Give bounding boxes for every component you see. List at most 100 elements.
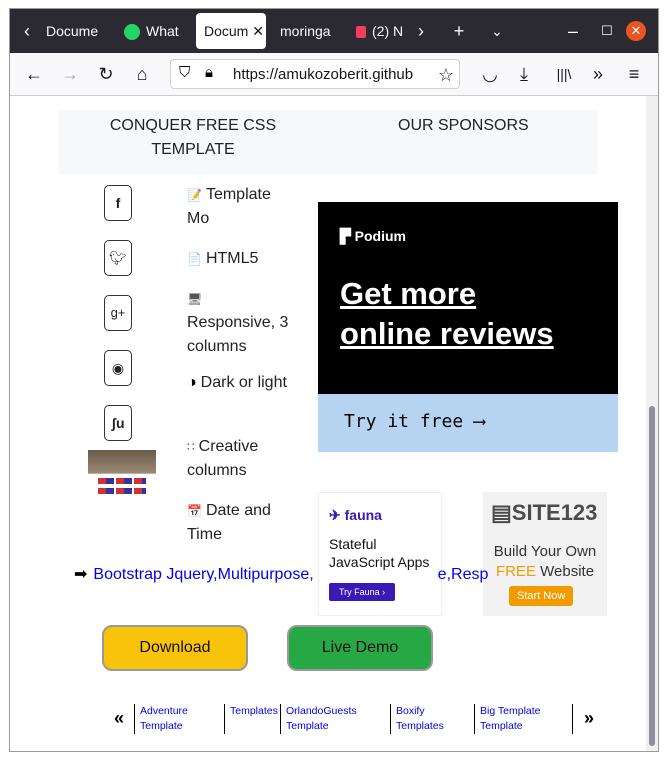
site123-brand: SITE123 xyxy=(511,500,598,525)
tab-scroll-left-icon[interactable]: ‹ xyxy=(12,15,42,47)
pager-item[interactable]: Adventure Template xyxy=(134,704,188,734)
browser-window: ‹ Docume What Docum ✕ moringa (2) N › + … xyxy=(9,8,659,752)
start-now-button[interactable]: Start Now xyxy=(509,586,574,606)
site123-text: Build Your Own FREE Website xyxy=(483,542,607,582)
try-fauna-button[interactable]: Try Fauna › xyxy=(329,583,396,601)
template-thumbnail[interactable] xyxy=(88,450,156,502)
pager-line: Template xyxy=(286,720,329,732)
site123-logo-icon: ▤ xyxy=(491,500,512,525)
tags-line: ➡ Bootstrap Jquery,Multipurpose, e,Resp xyxy=(74,564,488,584)
site123-line: Website xyxy=(535,563,595,580)
page-header: CONQUER FREE CSS TEMPLATE OUR SPONSORS xyxy=(58,110,598,174)
feature-icon: 📅 xyxy=(187,504,202,518)
arrow-right-icon: ➡ xyxy=(74,566,88,583)
bookmark-star-icon[interactable]: ☆ xyxy=(432,62,460,88)
pager-divider xyxy=(572,704,578,734)
tab-label: moringa xyxy=(280,23,331,39)
site123-free: FREE xyxy=(495,563,536,580)
pager-line: Templates xyxy=(396,720,444,732)
pager-line: Template xyxy=(480,720,523,732)
pager-item[interactable]: OrlandoGuests Template xyxy=(280,704,357,734)
tab-label: Docume xyxy=(46,23,99,39)
tab-list-icon[interactable]: ⌄ xyxy=(482,15,512,47)
feature-icon: ∷ xyxy=(187,440,195,454)
pager-line: OrlandoGuests xyxy=(286,705,357,717)
feature-item: 📅 Date and Time xyxy=(187,499,297,547)
page-content: CONQUER FREE CSS TEMPLATE OUR SPONSORS f… xyxy=(10,96,646,751)
pager-prev-icon[interactable]: « xyxy=(114,708,124,729)
site-title: CONQUER FREE CSS TEMPLATE xyxy=(109,117,277,158)
feature-text: Creative columns xyxy=(187,438,259,479)
url-text: https://amukozoberit.github xyxy=(233,66,414,83)
tab-pocket[interactable]: (2) N xyxy=(356,13,408,49)
download-button[interactable]: Download xyxy=(102,625,248,671)
sponsors-title: OUR SPONSORS xyxy=(398,117,529,134)
back-icon[interactable]: ← xyxy=(20,61,48,87)
home-icon[interactable]: ⌂ xyxy=(128,61,156,87)
reddit-icon[interactable]: ◉ xyxy=(104,350,132,386)
pager-line: Adventure xyxy=(140,705,188,717)
feature-item: ∷ Creative columns xyxy=(187,435,297,483)
template-pager: « Adventure Template Templates OrlandoGue… xyxy=(110,704,610,744)
lock-icon[interactable]: 🔒︎ xyxy=(205,64,213,81)
tags-link[interactable]: Bootstrap Jquery,Multipurpose, xyxy=(93,566,313,583)
pager-item[interactable]: Big Template Template xyxy=(474,704,541,734)
whatsapp-icon xyxy=(124,24,140,41)
stumbleupon-icon[interactable]: ʃu xyxy=(104,405,132,441)
google-plus-icon[interactable]: g+ xyxy=(104,295,132,331)
nav-bar: ← → ↻ ⌂ ⛉ 🔒︎ https://amukozoberit.github… xyxy=(10,53,658,96)
feature-icon: 📄 xyxy=(187,252,202,266)
pager-line: Big Template xyxy=(480,705,541,717)
cta-label: Try it free ⟶ xyxy=(344,411,485,432)
tab-label: What xyxy=(146,23,179,39)
tab-moringa[interactable]: moringa xyxy=(280,13,338,49)
feature-icon: 🖥 xyxy=(187,292,203,306)
more-tools-icon[interactable]: » xyxy=(584,61,612,87)
scrollbar-thumb[interactable] xyxy=(649,406,655,746)
pager-item[interactable]: Templates xyxy=(224,704,278,734)
site123-logo: ▤SITE123 xyxy=(491,500,597,526)
tab-document-active[interactable]: Docum ✕ xyxy=(196,13,266,49)
pager-item[interactable]: Boxify Templates xyxy=(390,704,444,734)
tags-link-tail[interactable]: e,Resp xyxy=(438,566,489,583)
site123-ad[interactable]: ▤SITE123 Build Your Own FREE Website Star… xyxy=(483,492,607,616)
podium-ad[interactable]: ▛ Podium Get more online reviews Try it f… xyxy=(318,202,618,452)
feature-item: 📄 HTML5 xyxy=(187,247,297,271)
twitter-icon[interactable]: 🐦︎ xyxy=(104,240,132,276)
fauna-brand: fauna xyxy=(344,507,382,523)
site123-line: Build Your Own xyxy=(493,543,597,560)
url-bar[interactable]: ⛉ 🔒︎ https://amukozoberit.github xyxy=(170,59,460,89)
thumbnail-row xyxy=(98,478,146,484)
minimize-icon[interactable]: – xyxy=(558,15,588,47)
forward-icon[interactable]: → xyxy=(56,61,84,87)
feature-icon: 📝 xyxy=(187,188,202,202)
maximize-icon[interactable]: ☐ xyxy=(592,15,622,47)
pager-next-icon[interactable]: » xyxy=(584,708,594,729)
podium-cta[interactable]: Try it free ⟶ xyxy=(318,394,618,452)
new-tab-icon[interactable]: + xyxy=(444,15,474,47)
shield-icon[interactable]: ⛉ xyxy=(179,64,190,81)
pocket-save-icon[interactable]: ◡ xyxy=(476,61,504,87)
fauna-logo: ✈ fauna xyxy=(329,507,382,524)
scrollbar[interactable] xyxy=(646,96,658,751)
podium-logo-icon: ▛ xyxy=(340,228,351,244)
downloads-icon[interactable]: ⤓ xyxy=(510,61,538,87)
tab-bar: ‹ Docume What Docum ✕ moringa (2) N › + … xyxy=(10,9,658,53)
live-demo-button[interactable]: Live Demo xyxy=(287,625,433,671)
pager-line: Template xyxy=(140,720,183,732)
feature-item: 📝 Template Mo xyxy=(187,183,297,231)
library-icon[interactable]: |||\ xyxy=(550,61,578,87)
podium-brand: Podium xyxy=(354,228,407,244)
tab-document-1[interactable]: Docume xyxy=(46,13,112,49)
facebook-icon[interactable]: f xyxy=(104,185,132,221)
tab-scroll-right-icon[interactable]: › xyxy=(406,15,436,47)
close-window-icon[interactable]: ✕ xyxy=(626,21,646,41)
tab-label: (2) N xyxy=(372,23,404,39)
close-tab-icon[interactable]: ✕ xyxy=(252,23,264,39)
reload-icon[interactable]: ↻ xyxy=(92,61,120,87)
pager-line: Boxify xyxy=(396,705,425,717)
fauna-ad[interactable]: ✈ fauna Stateful JavaScript Apps Try Fau… xyxy=(318,492,442,616)
tab-whatsapp[interactable]: What xyxy=(124,13,186,49)
menu-icon[interactable]: ≡ xyxy=(620,61,648,87)
podium-logo: ▛ Podium xyxy=(340,228,406,245)
